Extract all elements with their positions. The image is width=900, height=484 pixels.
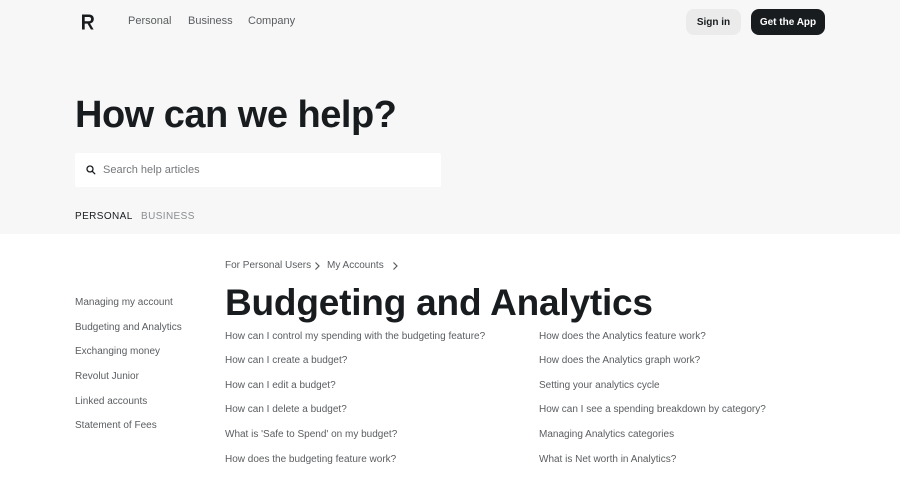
- article-link[interactable]: Managing Analytics categories: [539, 429, 674, 440]
- article-link[interactable]: How can I control my spending with the b…: [225, 331, 485, 342]
- article-link[interactable]: Setting your analytics cycle: [539, 380, 660, 391]
- nav-personal[interactable]: Personal: [128, 15, 171, 27]
- article-link[interactable]: How does the budgeting feature work?: [225, 454, 396, 465]
- article-link[interactable]: How can I delete a budget?: [225, 404, 347, 415]
- breadcrumb-my-accounts[interactable]: My Accounts: [327, 260, 384, 271]
- breadcrumb-personal-users[interactable]: For Personal Users: [225, 260, 311, 271]
- article-link[interactable]: How can I see a spending breakdown by ca…: [539, 404, 766, 415]
- page-title: How can we help?: [75, 94, 397, 136]
- nav-business[interactable]: Business: [188, 15, 233, 27]
- sidebar-item-linked-accounts[interactable]: Linked accounts: [75, 396, 147, 407]
- search-box: [75, 153, 441, 187]
- tab-business[interactable]: BUSINESS: [141, 211, 195, 222]
- search-input[interactable]: [103, 153, 433, 187]
- revolut-logo-icon[interactable]: [80, 13, 96, 31]
- tab-personal[interactable]: PERSONAL: [75, 211, 133, 222]
- nav-company[interactable]: Company: [248, 15, 295, 27]
- get-app-button[interactable]: Get the App: [751, 9, 825, 35]
- article-link[interactable]: How can I edit a budget?: [225, 380, 336, 391]
- section-title: Budgeting and Analytics: [225, 282, 653, 323]
- sign-in-button[interactable]: Sign in: [686, 9, 741, 35]
- chevron-right-icon: [315, 262, 320, 270]
- sidebar-item-managing-account[interactable]: Managing my account: [75, 297, 173, 308]
- search-icon: [86, 165, 96, 175]
- chevron-right-icon: [393, 262, 398, 270]
- article-link[interactable]: What is 'Safe to Spend' on my budget?: [225, 429, 397, 440]
- article-link[interactable]: How does the Analytics feature work?: [539, 331, 706, 342]
- sidebar-item-revolut-junior[interactable]: Revolut Junior: [75, 371, 139, 382]
- article-link[interactable]: How can I create a budget?: [225, 355, 347, 366]
- article-link[interactable]: How does the Analytics graph work?: [539, 355, 700, 366]
- sidebar-item-statement-fees[interactable]: Statement of Fees: [75, 420, 157, 431]
- sidebar-item-exchanging-money[interactable]: Exchanging money: [75, 346, 160, 357]
- sidebar-item-budgeting-analytics[interactable]: Budgeting and Analytics: [75, 322, 182, 333]
- article-link[interactable]: What is Net worth in Analytics?: [539, 454, 676, 465]
